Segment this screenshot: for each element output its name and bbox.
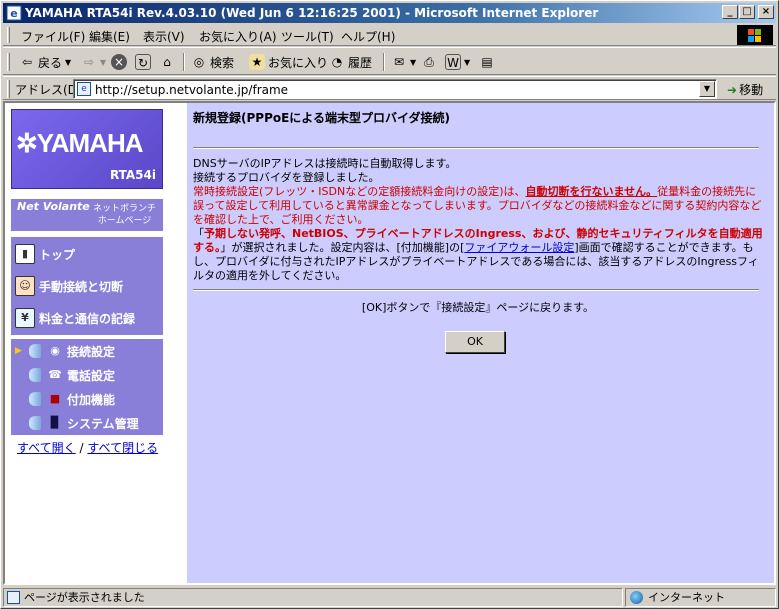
globe-icon [630,591,643,604]
go-button[interactable]: ➜ 移動 [727,81,763,98]
settings-nav: ▶ ◉ 接続設定 ☎ 電話設定 ■ 付加機能 ▉ システム管理 [11,339,163,435]
refresh-icon: ↻ [135,54,151,70]
netvolante-sub-2: ホームページ [97,216,152,226]
page-icon: e [77,82,91,96]
browser-window: e YAMAHA RTA54i Rev.4.03.10 (Wed Jun 6 1… [0,0,779,609]
print-button[interactable]: ⎙ [421,52,437,72]
expand-toggle-icon[interactable] [29,344,41,358]
model-name: RTA54i [109,168,156,182]
discuss-icon: ▤ [481,55,493,69]
address-dropdown-button[interactable]: ▼ [699,81,715,97]
expand-toggle-icon[interactable] [29,392,41,406]
yamaha-logo: ✲YAMAHA RTA54i [11,109,163,189]
phone-icon: ☎ [48,368,62,381]
close-button[interactable]: × [758,5,774,19]
ok-button[interactable]: OK [445,331,505,353]
nav-top[interactable]: ▮ トップ [11,239,163,269]
filter-message: 「予期しない発呼、NetBIOS、プライベートアドレスのIngress、および、… [193,227,763,282]
current-marker-icon: ▶ [15,346,22,356]
menu-tools[interactable]: ツール(T) [281,28,334,45]
favorites-button[interactable]: ★ お気に入り [249,52,328,72]
stop-button[interactable]: × [111,52,127,72]
yamaha-emblem-icon: ✲ [16,128,38,158]
favorites-icon: ★ [249,54,265,70]
content-frame: 新規登録(PPPoEによる端末型プロバイダ接続) DNSサーバのIPアドレスは接… [187,103,774,583]
main-nav: ▮ トップ ☺ 手動接続と切断 ¥ 料金と通信の記録 [11,237,163,335]
history-button[interactable]: ◔ 履歴 [329,52,372,72]
windows-logo [737,25,773,45]
go-arrow-icon: ➜ [727,82,738,97]
mail-icon: ✉ [393,55,405,69]
discuss-button[interactable]: ▤ [479,52,495,72]
open-all-link[interactable]: すべて開く [17,441,76,455]
expand-links: すべて開く / すべて閉じる [17,439,158,456]
security-zone: インターネット [625,588,776,607]
nav-system-admin[interactable]: ▉ システム管理 [11,411,163,435]
link-separator: / [79,441,84,455]
search-icon: ◎ [193,55,205,69]
menu-edit[interactable]: 編集(E) [89,28,130,45]
forward-button[interactable]: ⇨ ▼ [81,52,106,72]
system-icon: ▉ [50,416,60,429]
menu-favorites[interactable]: お気に入り(A) [199,28,277,45]
nav-manual-connect[interactable]: ☺ 手動接続と切断 [11,271,163,301]
yen-icon: ¥ [15,308,35,328]
mail-button[interactable]: ✉ ▼ [391,52,416,72]
netvolante-logo: Net Volante [17,200,90,213]
nav-billing-log[interactable]: ¥ 料金と通信の記録 [11,303,163,333]
page-title: 新規登録(PPPoEによる端末型プロバイダ接続) [193,111,450,125]
search-button[interactable]: ◎ 検索 [191,52,234,72]
window-title: YAMAHA RTA54i Rev.4.03.10 (Wed Jun 6 12:… [25,6,599,20]
nav-phone-settings[interactable]: ☎ 電話設定 [11,363,163,387]
home-icon: ⌂ [163,55,171,69]
person-icon: ☺ [15,276,35,296]
address-input[interactable]: e http://setup.netvolante.jp/frame ▼ [73,79,717,99]
billing-warning: 常時接続設定(フレッツ・ISDNなどの定額接続料金向けの設定)は、自動切断を行な… [193,185,762,226]
menu-bar: ファイル(F) 編集(E) 表示(V) お気に入り(A) ツール(T) ヘルプ(… [3,24,776,46]
ie-icon: e [6,5,22,21]
menu-file[interactable]: ファイル(F) [21,28,85,45]
globe-icon: ◉ [50,344,60,357]
edit-button[interactable]: W ▼ [445,52,470,72]
address-label: アドレス(D) [15,83,82,97]
address-url: http://setup.netvolante.jp/frame [95,83,289,97]
expand-toggle-icon[interactable] [29,416,41,430]
edit-icon: W [445,54,461,70]
back-button[interactable]: ⇦ 戻る ▼ [19,52,71,72]
page-viewport: ✲YAMAHA RTA54i Net Volante ネットボランチ ホームペー… [3,101,776,585]
refresh-button[interactable]: ↻ [135,52,151,72]
forward-arrow-icon: ⇨ [83,55,95,69]
maximize-button[interactable]: □ [739,5,755,19]
dns-message: DNSサーバのIPアドレスは接続時に自動取得します。 [193,157,457,170]
toolbox-icon: ■ [49,392,61,405]
registered-message: 接続するプロバイダを登録しました。 [193,171,380,184]
menu-help[interactable]: ヘルプ(H) [341,28,395,45]
menu-frame: ✲YAMAHA RTA54i Net Volante ネットボランチ ホームペー… [5,103,187,583]
stop-icon: × [111,54,127,70]
nav-additional-features[interactable]: ■ 付加機能 [11,387,163,411]
menu-view[interactable]: 表示(V) [143,28,185,45]
netvolante-sub-1: ネットボランチ [93,204,157,214]
divider [193,147,759,149]
nav-connection-settings[interactable]: ▶ ◉ 接続設定 [11,339,163,363]
print-icon: ⎙ [424,55,434,69]
expand-toggle-icon[interactable] [29,368,41,382]
close-all-link[interactable]: すべて閉じる [87,441,158,455]
home-button[interactable]: ⌂ [159,52,175,72]
divider [193,289,759,291]
status-bar: ページが表示されました インターネット [3,588,776,607]
history-icon: ◔ [331,55,343,69]
return-message: [OK]ボタンで『接続設定』ページに戻ります。 [361,301,595,314]
netvolante-link[interactable]: Net Volante ネットボランチ ホームページ [11,199,163,231]
status-text: ページが表示されました [3,588,623,607]
router-icon: ▮ [15,244,35,264]
firewall-settings-link[interactable]: ファイアウォール設定 [464,241,574,254]
address-bar: アドレス(D) e http://setup.netvolante.jp/fra… [3,76,776,100]
minimize-button[interactable]: _ [722,5,738,19]
page-done-icon [7,591,20,604]
title-bar: e YAMAHA RTA54i Rev.4.03.10 (Wed Jun 6 1… [3,3,776,23]
standard-toolbar: ⇦ 戻る ▼ ⇨ ▼ × ↻ ⌂ ◎ 検索 ★ お気に入り ◔ 履歴 ✉ ▼ ⎙… [3,47,776,75]
svg-text:e: e [10,7,17,20]
back-arrow-icon: ⇦ [21,55,33,69]
